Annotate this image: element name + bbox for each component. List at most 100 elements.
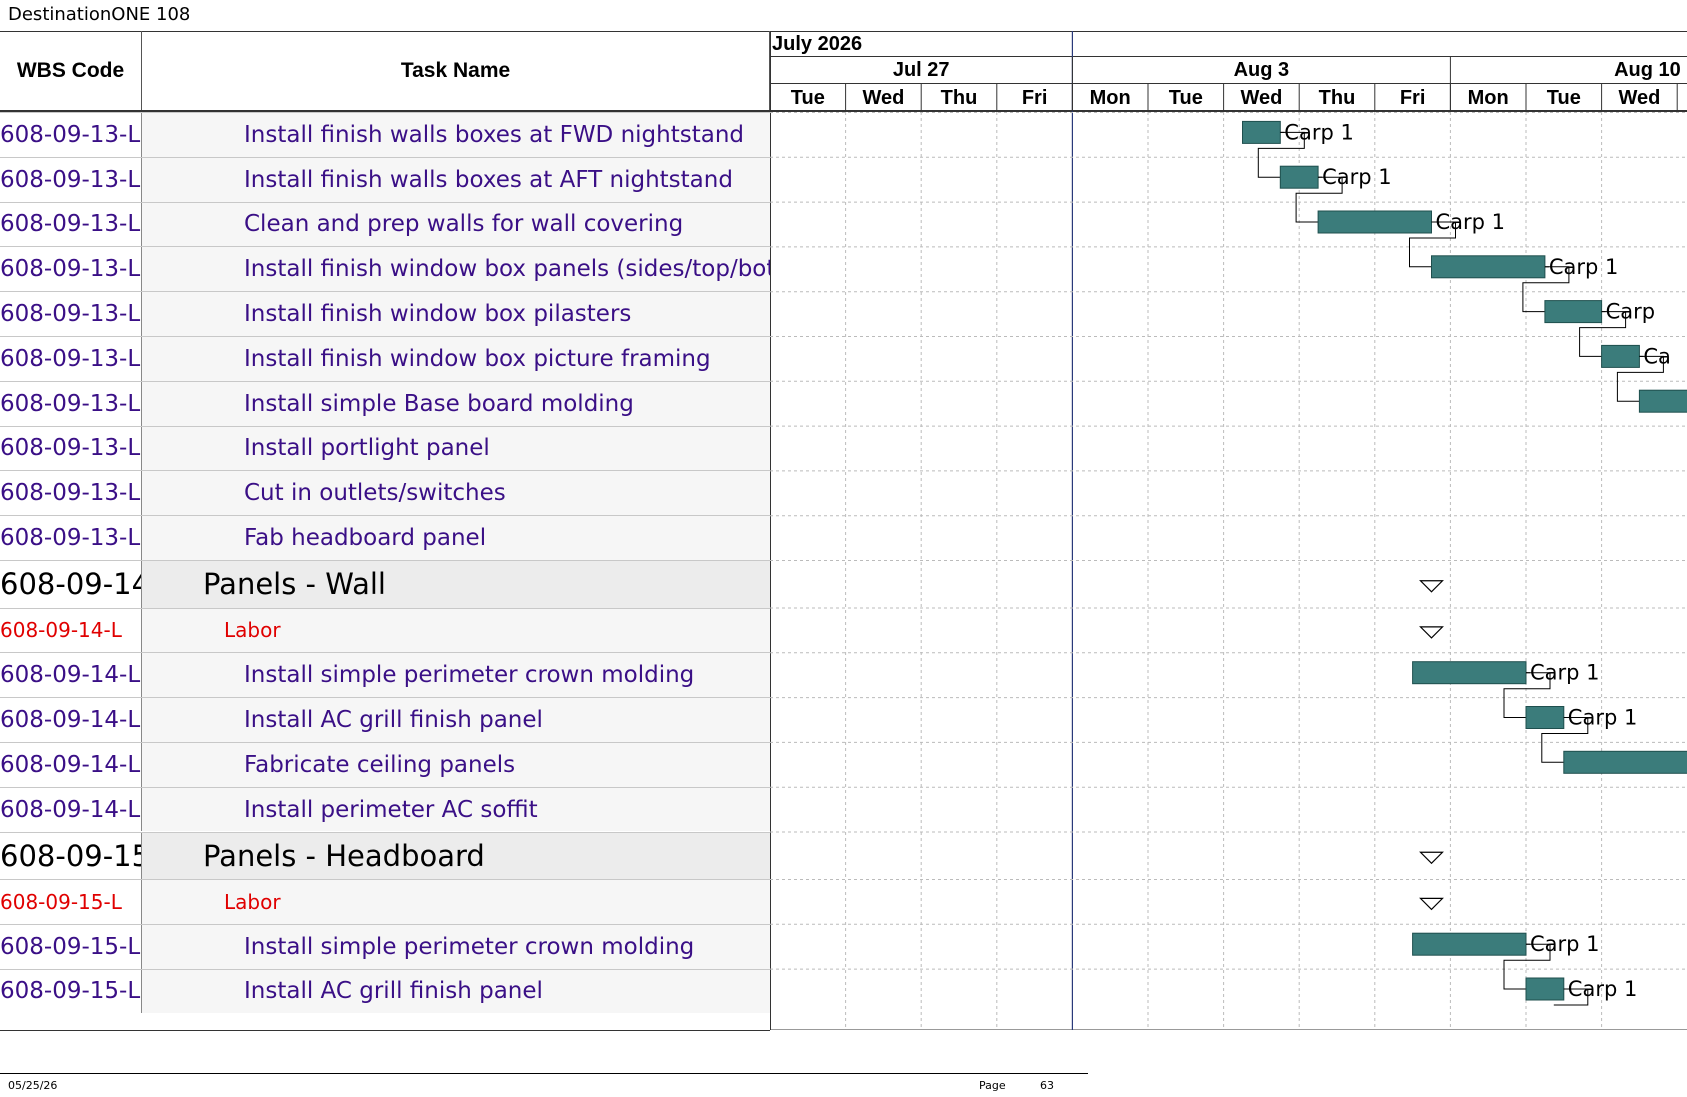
wbs-code-cell: 608-09-15-L <box>0 880 142 924</box>
task-bar <box>1601 344 1640 368</box>
task-bar <box>1638 389 1687 413</box>
wbs-code-cell: 608-09-13-L 1 <box>0 516 142 560</box>
wbs-code-header[interactable]: WBS Code <box>0 31 142 111</box>
table-row[interactable]: 608-09-13-L 0 Install simple Base board m… <box>0 380 770 426</box>
day-label: Tue <box>1547 87 1581 109</box>
task-name-cell: Install finish window box pilasters <box>244 301 632 328</box>
task-name-cell: Install portlight panel <box>244 435 490 462</box>
task-bar <box>1431 255 1546 279</box>
gantt-chart: July 2026 Jul 27 Aug 3 Aug 10 Tue Wed Thu Fri Mo… <box>770 31 1687 1030</box>
task-name-header[interactable]: Task Name <box>142 31 770 111</box>
task-name-cell: Install simple perimeter crown molding <box>244 933 695 960</box>
footer-date: 05/25/26 <box>8 1079 58 1092</box>
table-bottom-border <box>0 1030 770 1031</box>
wbs-code-cell: 608-09-13-L 0 <box>0 247 142 292</box>
task-bar <box>1279 165 1319 189</box>
summary-triangle-icon <box>1419 851 1444 865</box>
task-name-cell: Install finish window box panels (sides/… <box>244 256 770 283</box>
labor-row[interactable]: 608-09-15-L Labor <box>0 879 770 924</box>
wbs-code-cell: 608-09-15 <box>0 832 142 879</box>
month-label: July 2026 <box>772 33 862 55</box>
table-row[interactable]: 608-09-15-L 0 Install simple perimeter cr… <box>0 923 770 969</box>
day-label: Thu <box>941 87 978 109</box>
task-name-cell: Install AC grill finish panel <box>244 706 543 733</box>
task-name-cell: Panels - Wall <box>203 567 386 602</box>
wbs-code-cell: 608-09-14-L 0 <box>0 742 142 787</box>
wbs-code-cell: 608-09-15-L 0 <box>0 924 142 969</box>
table-row[interactable]: 608-09-13-L 0 Install finish window box p… <box>0 291 770 336</box>
day-label: Wed <box>862 87 904 109</box>
day-label: Fri <box>1022 87 1048 109</box>
wbs-code-cell: 608-09-14-L 0 <box>0 653 142 698</box>
table-row[interactable]: 608-09-13-L 1 Fab headboard panel <box>0 515 770 560</box>
group-row[interactable]: 608-09-15 Panels - Headboard <box>0 831 770 879</box>
day-label: Mon <box>1090 87 1131 109</box>
table-row[interactable]: 608-09-14-L 0 Install AC grill finish pan… <box>0 697 770 742</box>
table-row[interactable]: 608-09-13-L 0 Install portlight panel <box>0 425 770 471</box>
document-title: DestinationONE 108 <box>8 4 191 25</box>
task-bar <box>1317 210 1432 234</box>
task-name-cell: Fabricate ceiling panels <box>244 751 516 778</box>
table-row[interactable]: 608-09-13-L 0 Cut in outlets/switches <box>0 470 770 516</box>
task-name-cell: Install perimeter AC soffit <box>244 796 538 823</box>
summary-triangle-icon <box>1419 626 1444 639</box>
table-row[interactable]: 608-09-13-L 0 Install finish walls boxes … <box>0 112 770 157</box>
wbs-code-cell: 608-09-14-L <box>0 608 142 653</box>
day-label: Tue <box>791 87 825 109</box>
table-row[interactable]: 608-09-13-L 0 Install finish window box p… <box>0 246 770 292</box>
day-label: Mon <box>1468 87 1509 109</box>
week-label: Aug 10 <box>1614 59 1681 81</box>
day-label: Wed <box>1618 87 1660 109</box>
week-label: Jul 27 <box>893 59 950 81</box>
task-name-cell: Install simple Base board molding <box>244 390 634 417</box>
wbs-code-cell: 608-09-14-L 0 <box>0 698 142 742</box>
wbs-code-cell: 608-09-13-L 0 <box>0 113 142 157</box>
footer-rule <box>0 1073 1088 1074</box>
task-name-cell: Install simple perimeter crown molding <box>244 662 695 689</box>
task-bar <box>1525 977 1565 1001</box>
task-table: WBS Code Task Name 608-09-13-L 0 Install … <box>0 31 770 1031</box>
task-name-cell: Install finish window box picture framin… <box>244 345 711 372</box>
wbs-code-cell: 608-09-13-L 0 <box>0 381 142 426</box>
table-row[interactable]: 608-09-15-L 0 Install AC grill finish pan… <box>0 968 770 1014</box>
summary-triangle-icon <box>1419 580 1444 593</box>
footer-page-number: 63 <box>1040 1079 1054 1092</box>
wbs-code-cell: 608-09-13-L 0 <box>0 471 142 516</box>
task-bar <box>1544 300 1603 324</box>
wbs-code-cell: 608-09-14-L 0 <box>0 787 142 832</box>
table-row[interactable]: 608-09-13-L 0 Clean and prep walls for wa… <box>0 201 770 247</box>
task-name-cell: Cut in outlets/switches <box>244 480 506 507</box>
footer-page-label: Page <box>979 1079 1006 1092</box>
table-row[interactable]: 608-09-14-L 0 Install simple perimeter cr… <box>0 652 770 698</box>
wbs-code-cell: 608-09-15-L 0 <box>0 969 142 1014</box>
table-row[interactable]: 608-09-14-L 0 Install perimeter AC soffit <box>0 786 770 832</box>
task-name-cell: Panels - Headboard <box>203 838 485 873</box>
task-name-cell: Install finish walls boxes at FWD nights… <box>244 121 745 148</box>
task-name-cell: Labor <box>224 889 281 914</box>
task-name-cell: Labor <box>224 618 281 643</box>
wbs-code-cell: 608-09-13-L 0 <box>0 337 142 381</box>
task-name-cell: Install AC grill finish panel <box>244 978 543 1005</box>
table-row[interactable]: 608-09-14-L 0 Fabricate ceiling panels <box>0 741 770 787</box>
day-label: Wed <box>1240 87 1282 109</box>
task-bar <box>1412 932 1527 956</box>
day-label: Tue <box>1169 87 1203 109</box>
task-bar <box>1525 706 1565 729</box>
wbs-code-cell: 608-09-13-L 0 <box>0 157 142 202</box>
task-name-cell: Clean and prep walls for wall covering <box>244 211 684 238</box>
task-bar <box>1563 750 1687 774</box>
week-label: Aug 3 <box>1234 59 1290 81</box>
group-row[interactable]: 608-09-14 Panels - Wall <box>0 560 770 608</box>
table-row[interactable]: 608-09-13-L 0 Install finish window box p… <box>0 336 770 381</box>
wbs-code-cell: 608-09-13-L 0 <box>0 202 142 247</box>
wbs-code-cell: 608-09-13-L 0 <box>0 426 142 471</box>
task-name-cell: Fab headboard panel <box>244 525 487 552</box>
table-row[interactable]: 608-09-13-L 0 Install finish walls boxes … <box>0 156 770 202</box>
day-label: Thu <box>1319 87 1356 109</box>
wbs-code-cell: 608-09-13-L 0 <box>0 292 142 336</box>
task-bar <box>1412 661 1527 685</box>
task-bar <box>1242 120 1281 144</box>
task-name-cell: Install finish walls boxes at AFT nights… <box>244 166 733 193</box>
labor-row[interactable]: 608-09-14-L Labor <box>0 607 770 653</box>
summary-triangle-icon <box>1419 897 1444 911</box>
